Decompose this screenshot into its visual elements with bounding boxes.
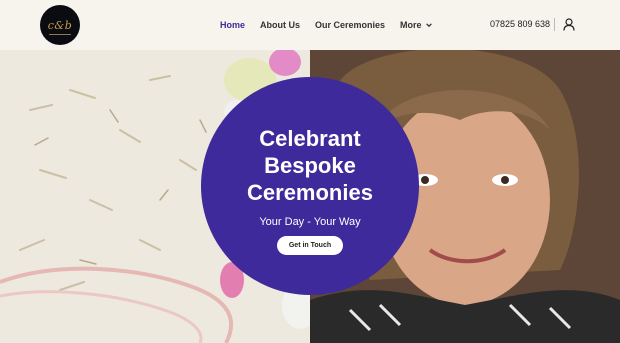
- nav-item-home[interactable]: Home: [220, 20, 245, 30]
- logo-underline: [49, 34, 71, 35]
- get-in-touch-button[interactable]: Get in Touch: [276, 236, 344, 255]
- site-header: c&b Home About Us Our Ceremonies More 07…: [0, 0, 620, 50]
- main-nav: Home About Us Our Ceremonies More: [220, 0, 448, 50]
- nav-item-about-us[interactable]: About Us: [260, 20, 300, 30]
- hero-title-line: Bespoke: [264, 153, 356, 178]
- hero-tagline: Your Day - Your Way: [259, 216, 361, 228]
- hero-title: Celebrant Bespoke Ceremonies: [247, 125, 373, 206]
- hero-badge: Celebrant Bespoke Ceremonies Your Day - …: [201, 77, 419, 295]
- logo-mark: c&b: [47, 18, 73, 32]
- nav-item-more-label: More: [400, 20, 422, 30]
- hero-section: Celebrant Bespoke Ceremonies Your Day - …: [0, 50, 620, 343]
- nav-item-our-ceremonies[interactable]: Our Ceremonies: [315, 20, 385, 30]
- header-divider: [554, 18, 555, 31]
- hero-title-line: Celebrant: [259, 126, 361, 151]
- phone-number[interactable]: 07825 809 638: [490, 19, 550, 29]
- site-logo[interactable]: c&b: [40, 5, 80, 45]
- chevron-down-icon: [425, 23, 432, 28]
- user-icon[interactable]: [563, 18, 575, 31]
- hero-title-line: Ceremonies: [247, 180, 373, 205]
- nav-item-more[interactable]: More: [400, 20, 433, 30]
